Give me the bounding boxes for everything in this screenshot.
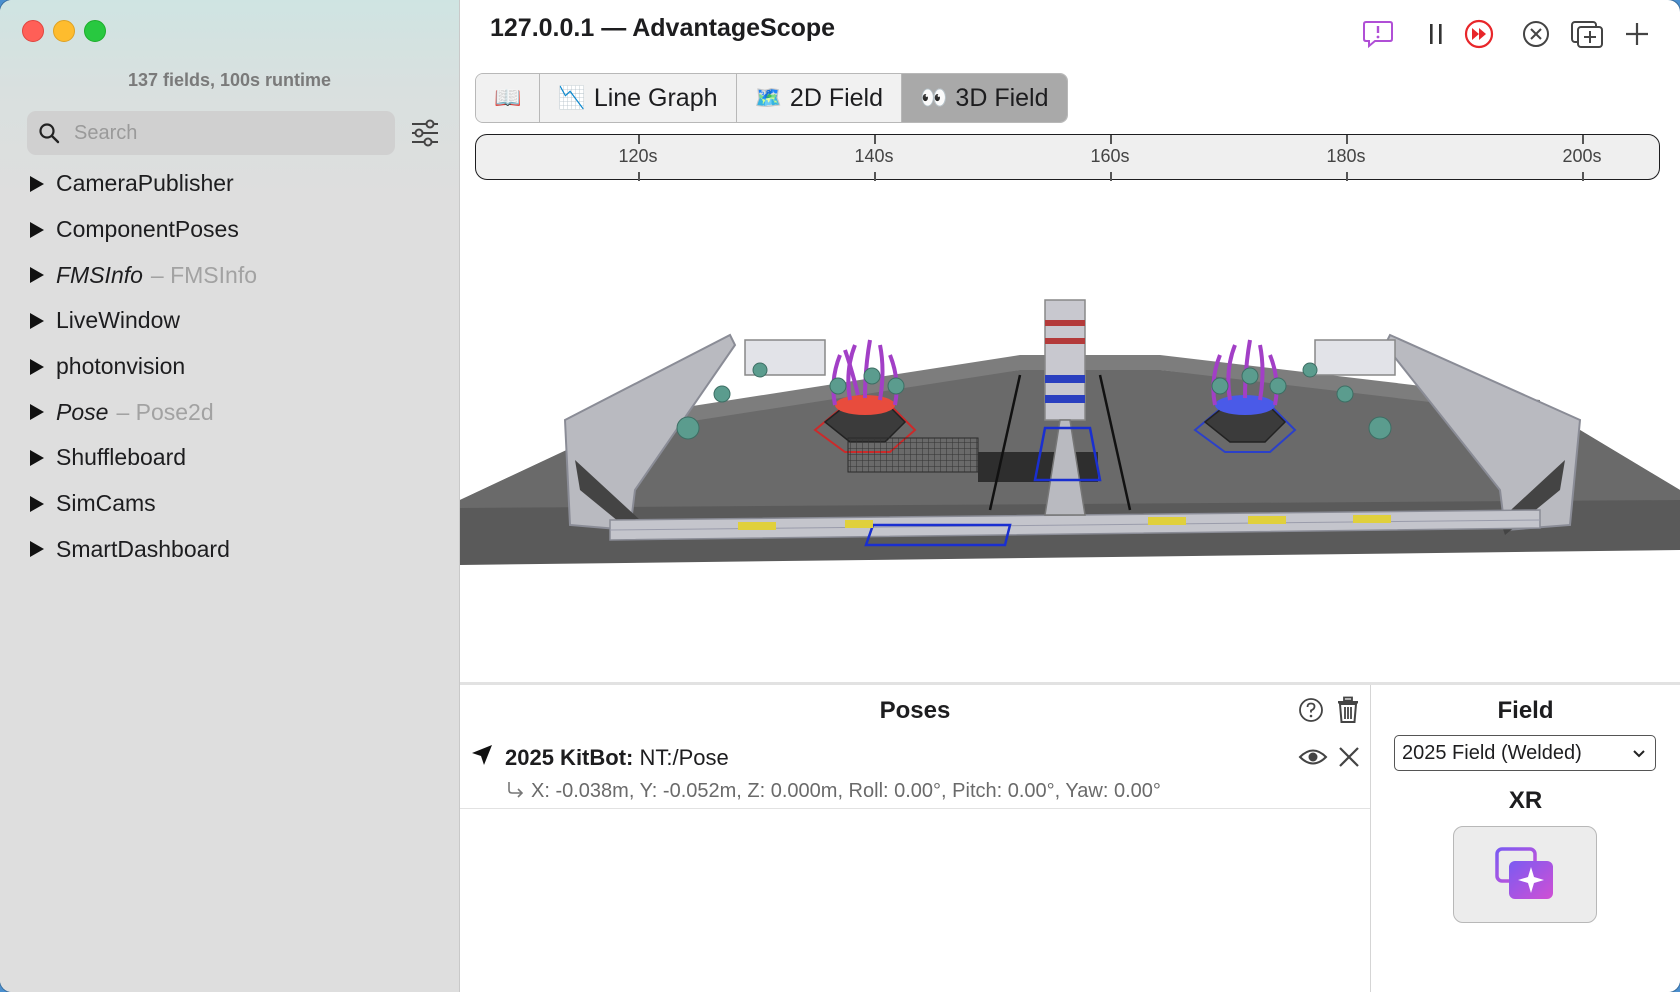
xr-sparkle-icon [1495,846,1553,899]
timeline-tick-label: 120s [618,146,658,166]
timeline-tick: 120s [618,135,658,181]
disclosure-triangle-icon[interactable] [30,495,44,512]
tab-2d-field[interactable]: 🗺️ 2D Field [736,74,903,122]
tree-item-label: FMSInfo [56,261,143,288]
pose-values: X: -0.038m, Y: -0.052m, Z: 0.000m, Roll:… [531,780,1161,802]
tree-item-smartdashboard[interactable]: SmartDashboard [0,527,459,573]
filter-options-icon[interactable] [409,118,441,148]
app-window: 137 fields, 100s runtime CameraPublisher [0,0,1680,992]
disclosure-triangle-icon[interactable] [30,358,44,375]
trash-icon[interactable] [1335,695,1361,725]
field-title: Field [1497,697,1554,724]
poses-title: Poses [879,697,951,724]
disclosure-triangle-icon[interactable] [30,404,44,421]
tab-bar: 📖 📉 Line Graph 🗺️ 2D Field 👀 3D Field [475,73,1068,123]
add-window-icon[interactable] [1569,16,1605,52]
return-arrow-icon [504,779,526,801]
sidebar: 137 fields, 100s runtime CameraPublisher [0,0,460,992]
close-window-button[interactable] [22,20,44,42]
window-title: 127.0.0.1 — AdvantageScope [490,14,836,42]
location-arrow-icon [470,743,494,767]
eye-icon[interactable] [1298,745,1328,769]
tab-line-graph[interactable]: 📉 Line Graph [540,74,737,122]
xr-title: XR [1508,787,1543,814]
timeline-tick: 140s [854,135,894,181]
tree-item-simcams[interactable]: SimCams [0,481,459,527]
tree-item-type: – FMSInfo [150,261,258,288]
field-3d-viewport[interactable] [460,190,1680,680]
close-circle-icon[interactable] [1518,16,1554,52]
timeline-tick-label: 200s [1562,146,1602,166]
tab-3d-field[interactable]: 👀 3D Field [902,74,1067,122]
pose-object-name: 2025 KitBot: [505,745,634,770]
chart-icon: 📉 [558,85,586,110]
tree-item-type: – Pose2d [116,398,214,425]
map-icon: 🗺️ [754,85,782,110]
tab-label: 3D Field [955,83,1049,112]
tree-item-label: ComponentPoses [56,216,239,243]
timeline-tick-label: 160s [1090,146,1130,166]
tree-item-pose[interactable]: Pose – Pose2d [0,389,459,435]
disclosure-triangle-icon[interactable] [30,541,44,558]
tree-item-label: LiveWindow [56,307,180,334]
timeline-tick: 200s [1562,135,1602,181]
search-icon [39,123,60,144]
tree-item-label: CameraPublisher [56,170,234,197]
tree-item-shuffleboard[interactable]: Shuffleboard [0,435,459,481]
zoom-window-button[interactable] [84,20,106,42]
feedback-icon[interactable] [1360,16,1396,52]
minimize-window-button[interactable] [53,20,75,42]
tab-label: Line Graph [593,83,718,112]
disclosure-triangle-icon[interactable] [30,175,44,192]
tree-item-label: Shuffleboard [56,444,187,471]
search-input[interactable] [72,120,376,146]
pose-source: NT:/Pose [639,745,729,770]
field-tree: CameraPublisher ComponentPoses FMSInfo –… [0,161,459,572]
chevron-down-icon [1633,750,1645,758]
tree-item-photonvision[interactable]: photonvision [0,344,459,390]
pause-icon[interactable] [1418,16,1454,52]
tree-item-label: photonvision [56,353,186,380]
help-icon[interactable] [1298,697,1324,723]
xr-button[interactable] [1453,826,1597,923]
timeline-tick-label: 140s [854,146,894,166]
pose-row[interactable]: 2025 KitBot: NT:/Pose X: -0.038m, Y: -0.… [460,733,1370,809]
plus-icon[interactable] [1619,16,1655,52]
book-icon: 📖 [494,85,522,110]
eyes-icon: 👀 [920,85,948,110]
tab-documentation[interactable]: 📖 [476,74,541,122]
pose-label: 2025 KitBot: NT:/Pose [505,745,729,771]
timeline-tick: 160s [1090,135,1130,181]
field-panel: Field 2025 Field (Welded) XR [1371,685,1680,992]
remove-icon[interactable] [1337,745,1361,769]
search-field[interactable] [27,111,395,155]
disclosure-triangle-icon[interactable] [30,312,44,329]
log-summary: 137 fields, 100s runtime [127,70,332,90]
tree-item-componentposes[interactable]: ComponentPoses [0,207,459,253]
tree-item-label: Pose [56,398,109,425]
tree-item-camerapublisher[interactable]: CameraPublisher [0,161,459,207]
disclosure-triangle-icon[interactable] [30,267,44,284]
tree-item-fmsinfo[interactable]: FMSInfo – FMSInfo [0,252,459,298]
disclosure-triangle-icon[interactable] [30,449,44,466]
timeline-tick: 180s [1326,135,1366,181]
live-icon[interactable] [1461,16,1497,52]
poses-panel: Poses 2025 KitBot: NT:/Pose X: -0.038m, … [460,685,1371,992]
field-select-value: 2025 Field (Welded) [1402,741,1582,764]
tab-label: 2D Field [789,83,884,112]
disclosure-triangle-icon[interactable] [30,221,44,238]
tree-item-label: SmartDashboard [56,535,230,562]
timeline-tick-label: 180s [1326,146,1366,166]
tree-item-livewindow[interactable]: LiveWindow [0,298,459,344]
timeline[interactable]: 120s 140s 160s 180s 200s [475,134,1660,181]
field-select[interactable]: 2025 Field (Welded) [1394,735,1656,771]
tree-item-label: SimCams [56,490,156,517]
